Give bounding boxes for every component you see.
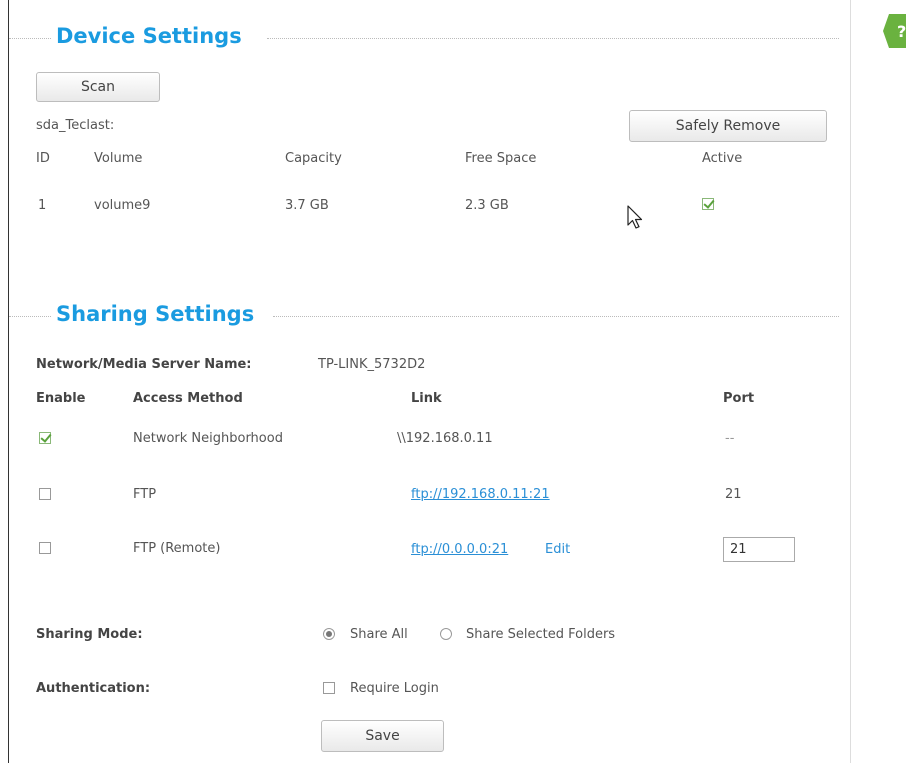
sharing-mode-label: Sharing Mode: xyxy=(36,627,143,642)
section-divider xyxy=(9,38,51,39)
volume-name: volume9 xyxy=(94,198,151,213)
column-header-access-method: Access Method xyxy=(133,391,243,406)
enable-network-neighborhood-checkbox[interactable] xyxy=(39,432,51,444)
require-login-label: Require Login xyxy=(350,681,439,696)
settings-panel: Device Settings Scan sda_Teclast: Safely… xyxy=(8,0,851,763)
access-method: Network Neighborhood xyxy=(133,431,283,446)
help-icon[interactable]: ? xyxy=(883,14,906,48)
scan-button[interactable]: Scan xyxy=(36,72,160,102)
port-value: -- xyxy=(725,431,735,446)
svg-text:?: ? xyxy=(897,22,906,41)
enable-ftp-checkbox[interactable] xyxy=(39,488,51,500)
column-header-id: ID xyxy=(36,151,50,166)
ftp-remote-port-input[interactable] xyxy=(723,537,795,562)
column-header-enable: Enable xyxy=(36,391,86,406)
edit-link[interactable]: Edit xyxy=(545,542,570,557)
device-settings-title: Device Settings xyxy=(56,24,242,48)
safely-remove-button[interactable]: Safely Remove xyxy=(629,110,827,142)
ftp-remote-link[interactable]: ftp://0.0.0.0:21 xyxy=(411,542,508,557)
share-selected-folders-label: Share Selected Folders xyxy=(466,627,616,642)
save-button[interactable]: Save xyxy=(321,720,444,752)
access-method: FTP (Remote) xyxy=(133,541,221,556)
enable-ftp-remote-checkbox[interactable] xyxy=(39,542,51,554)
volume-capacity: 3.7 GB xyxy=(285,198,329,213)
column-header-link: Link xyxy=(411,391,442,406)
share-all-radio[interactable] xyxy=(323,628,335,640)
share-link: \\192.168.0.11 xyxy=(397,431,493,446)
volume-free-space: 2.3 GB xyxy=(465,198,509,213)
share-selected-folders-radio[interactable] xyxy=(440,628,452,640)
mouse-cursor-icon xyxy=(627,205,643,229)
device-name: sda_Teclast: xyxy=(36,118,115,133)
section-divider xyxy=(273,316,839,317)
access-method: FTP xyxy=(133,487,157,502)
section-divider xyxy=(267,38,839,39)
volume-id: 1 xyxy=(38,198,47,213)
port-value: 21 xyxy=(725,487,742,502)
column-header-port: Port xyxy=(723,391,755,406)
column-header-capacity: Capacity xyxy=(285,151,342,166)
ftp-link[interactable]: ftp://192.168.0.11:21 xyxy=(411,487,550,502)
server-name-label: Network/Media Server Name: xyxy=(36,357,252,372)
section-divider xyxy=(9,316,51,317)
column-header-free-space: Free Space xyxy=(465,151,537,166)
sharing-settings-title: Sharing Settings xyxy=(56,302,255,326)
column-header-volume: Volume xyxy=(94,151,143,166)
share-all-label: Share All xyxy=(350,627,408,642)
server-name-value: TP-LINK_5732D2 xyxy=(318,357,426,372)
volume-active-checkbox[interactable] xyxy=(702,198,714,210)
column-header-active: Active xyxy=(702,151,743,166)
authentication-label: Authentication: xyxy=(36,681,151,696)
require-login-checkbox[interactable] xyxy=(323,682,335,694)
